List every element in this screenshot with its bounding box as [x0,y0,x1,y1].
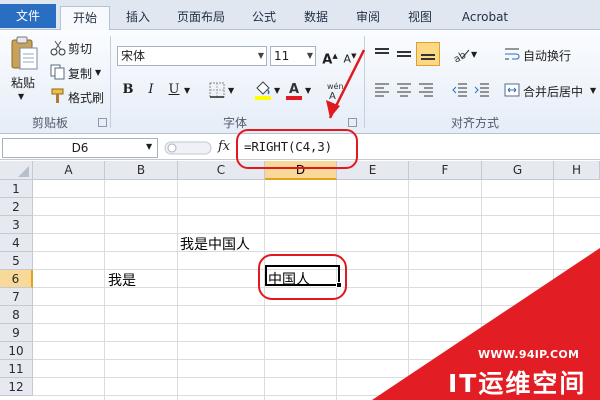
watermark-brand: IT运维空间 [448,369,587,398]
watermark-banner [372,248,600,400]
watermark-url: WWW.94IP.COM [478,348,580,361]
